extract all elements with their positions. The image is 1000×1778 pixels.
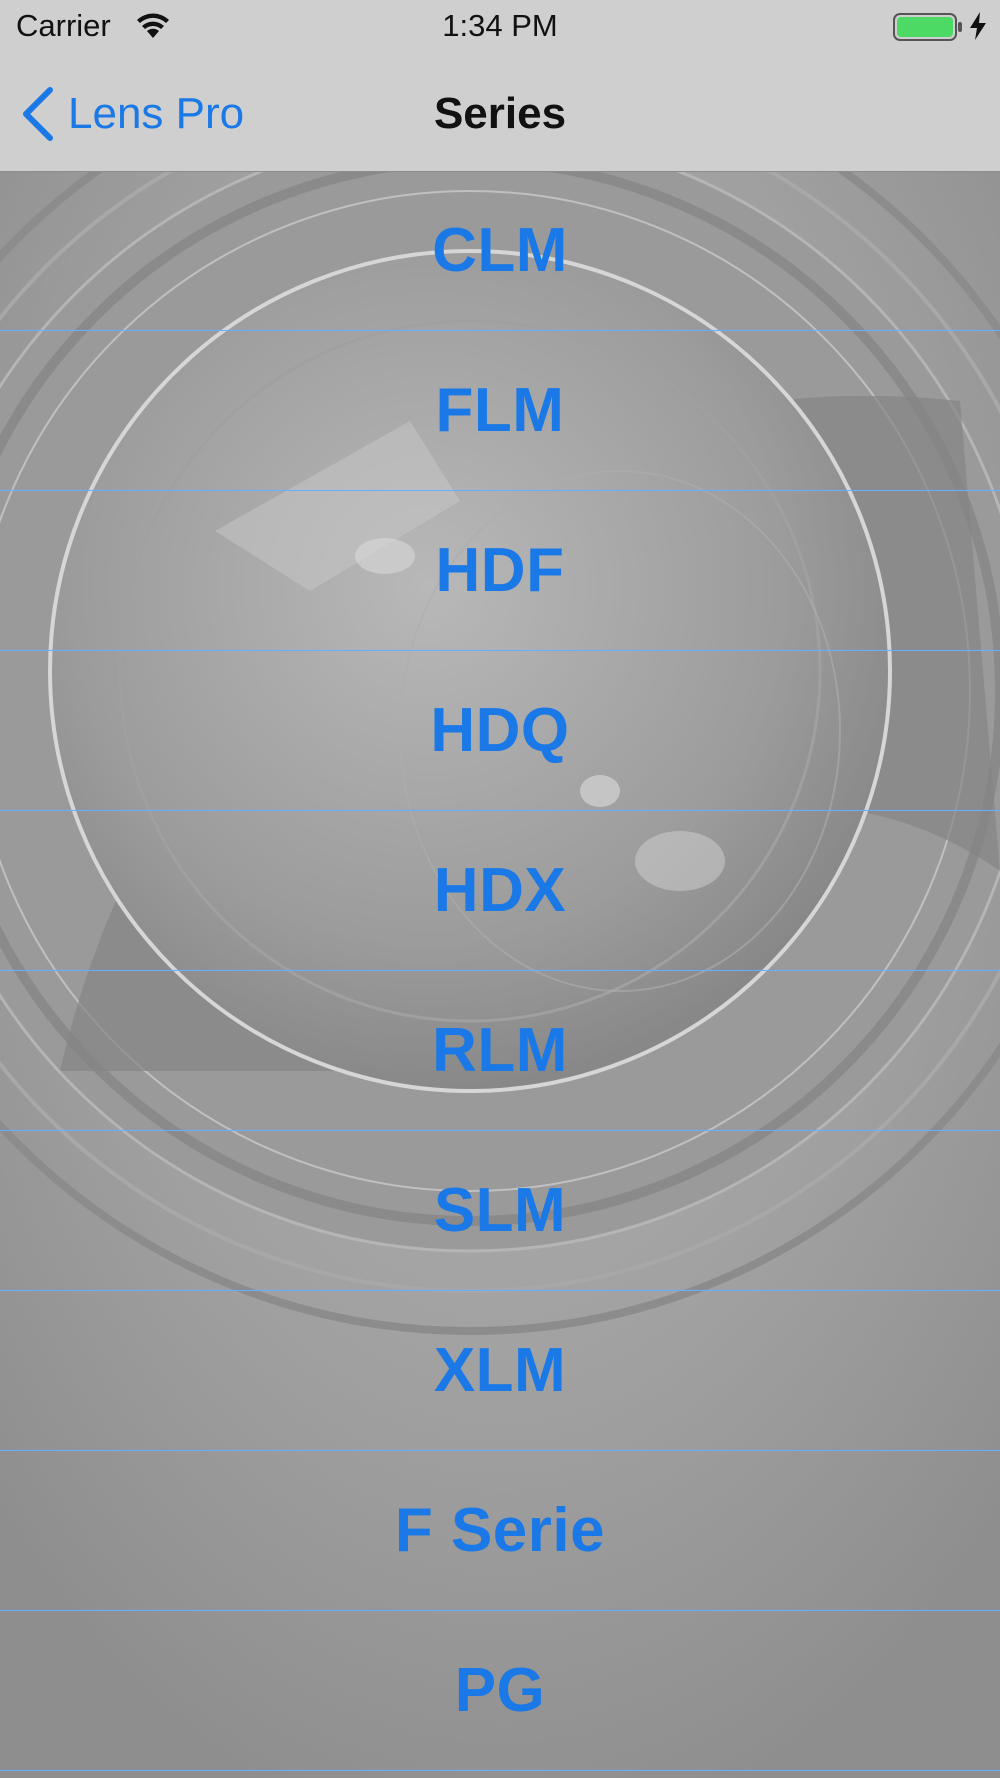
series-label: F Serie	[394, 1496, 606, 1565]
navigation-bar: Lens Pro Series	[0, 54, 1000, 171]
series-row-clm[interactable]: CLM	[0, 171, 1000, 331]
series-row-xlm[interactable]: XLM	[0, 1291, 1000, 1451]
top-chrome: Carrier 1:34 PM Lens Pro Series	[0, 0, 1000, 172]
series-row-pg[interactable]: PG	[0, 1611, 1000, 1771]
status-bar: Carrier 1:34 PM	[0, 0, 1000, 54]
series-label: PG	[454, 1656, 546, 1725]
series-row-flm[interactable]: FLM	[0, 331, 1000, 491]
series-label: RLM	[432, 1016, 568, 1085]
series-row-hdf[interactable]: HDF	[0, 491, 1000, 651]
series-label: SLM	[433, 1176, 567, 1245]
battery-icon	[893, 13, 962, 41]
charging-icon	[970, 12, 986, 40]
series-row-rlm[interactable]: RLM	[0, 971, 1000, 1131]
series-label: HDQ	[430, 696, 570, 765]
status-time: 1:34 PM	[442, 8, 558, 43]
page-title: Series	[433, 89, 567, 138]
app-screen: Carrier 1:34 PM Lens Pro Series CLM FLM …	[0, 0, 1000, 1778]
series-label: HDX	[433, 856, 567, 925]
series-row-hdq[interactable]: HDQ	[0, 651, 1000, 811]
series-label: XLM	[433, 1336, 567, 1405]
series-row-slm[interactable]: SLM	[0, 1131, 1000, 1291]
series-row-f-serie[interactable]: F Serie	[0, 1451, 1000, 1611]
series-label: CLM	[432, 216, 568, 285]
series-label: FLM	[435, 376, 565, 445]
series-list: CLM FLM HDF HDQ HDX RLM SLM XLM F Serie …	[0, 171, 1000, 1771]
series-row-hdx[interactable]: HDX	[0, 811, 1000, 971]
series-label: HDF	[435, 536, 565, 605]
